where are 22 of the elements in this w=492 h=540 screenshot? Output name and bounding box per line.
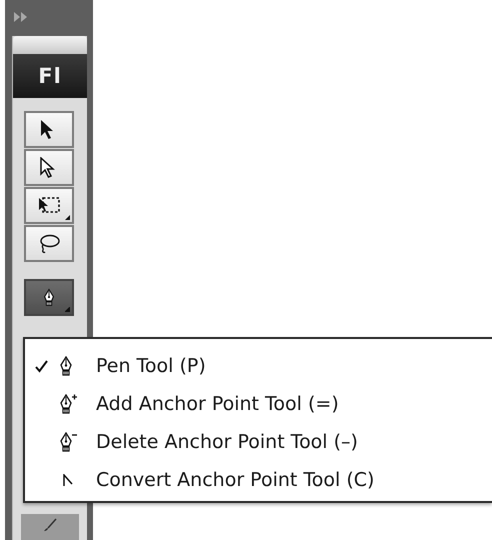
convert-point-icon [63,474,73,486]
pen-minus-icon [58,432,78,452]
tool-button[interactable] [24,187,74,224]
menu-item[interactable]: Add Anchor Point Tool (=) [31,385,492,423]
lasso-icon [38,233,60,254]
menu-item[interactable]: Delete Anchor Point Tool (–) [31,423,492,461]
menu-item[interactable]: Pen Tool (P) [31,347,492,385]
menu-item-label: Pen Tool (P) [96,355,206,377]
tool-button[interactable] [24,279,74,316]
tool-button[interactable] [24,225,74,262]
tool-button[interactable] [24,149,74,186]
pen-icon [42,287,56,308]
transform-icon [38,195,60,216]
menu-item-label: Add Anchor Point Tool (=) [96,393,339,415]
app-logo: Fl [13,54,87,98]
menu-item-label: Delete Anchor Point Tool (–) [96,431,358,453]
menu-item[interactable]: Convert Anchor Point Tool (C) [31,461,492,499]
collapse-icon[interactable] [14,12,28,22]
pen-plus-icon [58,394,78,414]
brush-icon [43,518,57,532]
tool-button[interactable] [24,111,74,148]
menu-item-label: Convert Anchor Point Tool (C) [96,469,374,491]
